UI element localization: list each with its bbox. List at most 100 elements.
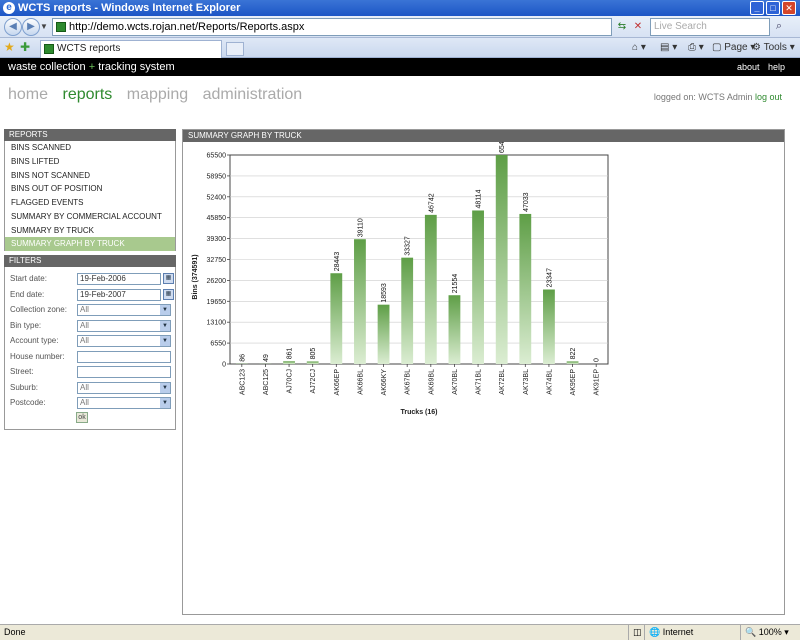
bar-AK69BL: [424, 214, 437, 364]
bar-value-label: 65495: [499, 142, 506, 153]
tools-menu[interactable]: ⚙ Tools ▾: [752, 41, 795, 55]
tab-title: WCTS reports: [57, 43, 121, 54]
tab-favicon-icon: [44, 44, 54, 54]
close-button[interactable]: ✕: [782, 1, 796, 15]
bar-AK66EP: [330, 273, 343, 364]
bar-value-label: 822: [570, 348, 577, 360]
collection-zone-select[interactable]: All ▼: [77, 304, 171, 316]
ie-logo-icon: e: [3, 2, 15, 14]
bar-value-label: 0: [594, 358, 601, 362]
start-date-input[interactable]: 19-Feb-2006: [77, 273, 161, 285]
filter-postcode: Postcode: All ▼: [5, 397, 177, 411]
chart-panel: SUMMARY GRAPH BY TRUCK 0 6550 13100 19650 26…: [182, 129, 785, 615]
report-item-summary-commercial[interactable]: SUMMARY BY COMMERCIAL ACCOUNT: [5, 210, 175, 224]
bin-type-value: All: [80, 321, 89, 330]
security-icon: ◫: [628, 625, 642, 640]
chevron-down-icon: ▼: [160, 383, 170, 393]
house-number-label: House number:: [10, 352, 65, 361]
bar-value-label: 861: [287, 347, 294, 359]
recent-pages-dropdown[interactable]: ▼: [40, 22, 48, 31]
browser-window: e WCTS reports - Windows Internet Explor…: [0, 0, 800, 640]
postcode-select[interactable]: All ▼: [77, 397, 171, 409]
tab-row: ★ ✚ WCTS reports ⌂ ▾ ▤ ▾ ⎙ ▾ ▢ Page ▾ ⚙ …: [0, 38, 800, 58]
house-number-input[interactable]: [77, 351, 171, 363]
bin-type-select[interactable]: All ▼: [77, 320, 171, 332]
bar-AK70BL: [448, 295, 461, 364]
account-type-select[interactable]: All ▼: [77, 335, 171, 347]
suburb-select[interactable]: All ▼: [77, 382, 171, 394]
forward-button[interactable]: ▶: [22, 18, 40, 36]
nav-mapping[interactable]: mapping: [127, 86, 188, 103]
chevron-down-icon: ▼: [160, 305, 170, 315]
add-favorite-icon[interactable]: ✚: [20, 40, 30, 54]
bin-type-label: Bin type:: [10, 321, 42, 330]
main-nav: home reports mapping administration: [8, 86, 312, 104]
home-icon[interactable]: ⌂ ▾: [632, 41, 646, 55]
about-link[interactable]: about: [737, 58, 760, 76]
street-input[interactable]: [77, 366, 171, 378]
x-tick-label: AK67BL: [405, 369, 412, 395]
collection-zone-label: Collection zone:: [10, 305, 67, 314]
user-info: logged on: WCTS Admin log out: [654, 92, 782, 102]
filters-panel: Start date: 19-Feb-2006 ▦ End date: 19-F…: [4, 267, 176, 430]
back-button[interactable]: ◀: [4, 18, 22, 36]
new-tab-button[interactable]: [226, 42, 244, 56]
x-tick-label: AK95EP: [570, 369, 577, 396]
nav-administration[interactable]: administration: [203, 86, 303, 103]
x-axis-label: Trucks (16): [401, 409, 438, 416]
x-tick-label: ABC123: [239, 369, 246, 395]
bar-value-label: 48114: [476, 189, 483, 208]
minimize-button[interactable]: _: [750, 1, 764, 15]
logout-link[interactable]: log out: [755, 92, 782, 102]
status-text: Done: [4, 627, 26, 637]
stop-icon[interactable]: ✕: [630, 18, 646, 36]
bar-value-label: 28443: [334, 252, 341, 272]
print-icon[interactable]: ⎙ ▾: [688, 41, 704, 55]
help-link[interactable]: help: [768, 58, 785, 76]
filter-start-date: Start date: 19-Feb-2006 ▦: [5, 273, 177, 287]
report-item-bins-out-of-position[interactable]: BINS OUT OF POSITION: [5, 182, 175, 196]
zoom-control[interactable]: 🔍 100% ▾: [740, 625, 789, 640]
compatibility-icon[interactable]: ⇆: [614, 18, 630, 36]
x-tick-label: AJ72CJ: [310, 369, 317, 394]
calendar-icon[interactable]: ▦: [163, 289, 174, 300]
x-tick-label: AK74BL: [546, 369, 553, 395]
report-item-summary-truck[interactable]: SUMMARY BY TRUCK: [5, 224, 175, 238]
y-tick-label: 6550: [210, 341, 226, 348]
maximize-button[interactable]: □: [766, 1, 780, 15]
x-tick-label: AK73BL: [523, 369, 530, 395]
browser-tab[interactable]: WCTS reports: [40, 40, 222, 58]
report-item-bins-not-scanned[interactable]: BINS NOT SCANNED: [5, 169, 175, 183]
feeds-icon[interactable]: ▤ ▾: [660, 41, 677, 55]
x-tick-label: AK66BL: [357, 369, 364, 395]
tools-menu-label: Tools: [763, 42, 787, 53]
bar-AK73BL: [519, 213, 532, 364]
end-date-label: End date:: [10, 290, 45, 299]
y-tick-label: 32750: [207, 257, 227, 264]
bar-AK95EP: [566, 361, 579, 364]
report-item-bins-scanned[interactable]: BINS SCANNED: [5, 141, 175, 155]
search-icon[interactable]: ⌕: [772, 19, 786, 33]
bar-value-label: 18593: [381, 283, 388, 303]
report-item-summary-graph-truck[interactable]: SUMMARY GRAPH BY TRUCK: [5, 237, 175, 251]
report-item-bins-lifted[interactable]: BINS LIFTED: [5, 155, 175, 169]
account-type-value: All: [80, 336, 89, 345]
end-date-input[interactable]: 19-Feb-2007: [77, 289, 161, 301]
calendar-icon[interactable]: ▦: [163, 273, 174, 284]
filter-account-type: Account type: All ▼: [5, 335, 177, 349]
y-axis-label: Bins (374591): [192, 254, 199, 299]
nav-reports[interactable]: reports: [62, 86, 112, 103]
app-header: waste collection + tracking system about…: [0, 58, 800, 76]
nav-home[interactable]: home: [8, 86, 48, 103]
page-menu[interactable]: ▢ Page ▾: [712, 41, 755, 55]
x-tick-label: AK70BL: [452, 369, 459, 395]
url-field[interactable]: http://demo.wcts.rojan.net/Reports/Repor…: [52, 18, 612, 36]
title-bar: e WCTS reports - Windows Internet Explor…: [0, 0, 800, 16]
favorites-star-icon[interactable]: ★: [4, 40, 15, 54]
y-tick-label: 39300: [207, 236, 227, 243]
ok-button[interactable]: ok: [76, 412, 88, 423]
report-item-flagged-events[interactable]: FLAGGED EVENTS: [5, 196, 175, 210]
search-input[interactable]: Live Search: [650, 18, 770, 36]
x-tick-label: AK66EP: [334, 369, 341, 396]
bar-value-label: 33327: [405, 236, 412, 256]
